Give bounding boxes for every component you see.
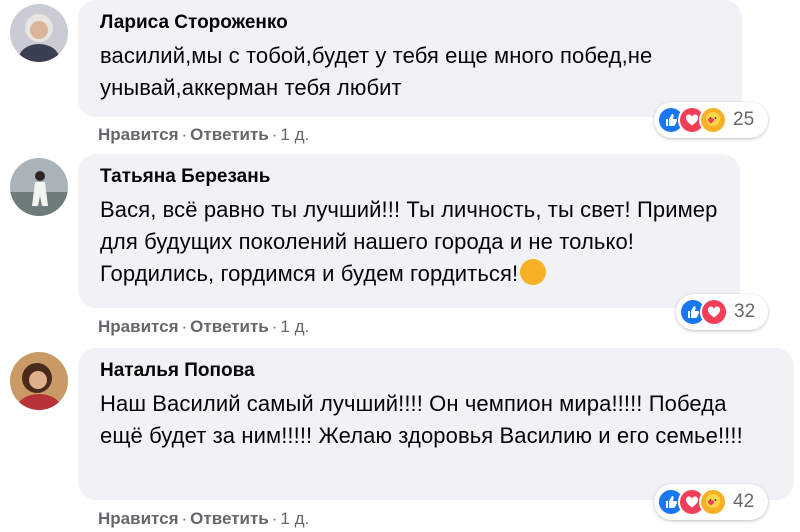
reactions-summary[interactable]: 25 (654, 102, 768, 138)
comment-author[interactable]: Лариса Стороженко (100, 12, 720, 34)
love-icon (700, 298, 728, 326)
avatar[interactable] (10, 4, 68, 62)
reaction-count: 32 (734, 301, 756, 322)
timestamp[interactable]: 1 д. (280, 509, 309, 528)
reply-button[interactable]: Ответить (190, 125, 269, 144)
comment-bubble: Наталья Попова Наш Василий самый лучший!… (78, 348, 794, 500)
like-button[interactable]: Нравится (98, 509, 179, 528)
hugging-emoji-icon (520, 259, 547, 285)
comment-bubble: Татьяна Березань Вася, всё равно ты лучш… (78, 154, 740, 308)
comment-text: василий,мы с тобой,будет у тебя еще мног… (100, 43, 653, 100)
reactions-summary[interactable]: 32 (676, 294, 768, 330)
like-button[interactable]: Нравится (98, 125, 179, 144)
comment-text: Наш Василий самый лучший!!!! Он чемпион … (100, 391, 743, 448)
comment-actions: Нравится · Ответить · 1 д. (98, 317, 310, 336)
comment-actions: Нравится · Ответить · 1 д. (98, 125, 310, 144)
comment-bubble: Лариса Стороженко василий,мы с тобой,буд… (78, 0, 742, 117)
reply-button[interactable]: Ответить (190, 509, 269, 528)
comment-text-wrap: Вася, всё равно ты лучший!!! Ты личность… (100, 194, 718, 290)
care-icon (699, 488, 727, 516)
comment-author[interactable]: Татьяна Березань (100, 166, 718, 188)
timestamp[interactable]: 1 д. (280, 317, 309, 336)
reaction-count: 25 (733, 109, 755, 130)
timestamp[interactable]: 1 д. (280, 125, 309, 144)
avatar[interactable] (10, 352, 68, 410)
comment-actions: Нравится · Ответить · 1 д. (98, 509, 310, 528)
reaction-count: 42 (733, 491, 755, 512)
care-icon (699, 106, 727, 134)
comment-author[interactable]: Наталья Попова (100, 360, 772, 382)
avatar[interactable] (10, 158, 68, 216)
comment-text: Вася, всё равно ты лучший!!! Ты личность… (100, 197, 718, 286)
like-button[interactable]: Нравится (98, 317, 179, 336)
reactions-summary[interactable]: 42 (654, 484, 768, 520)
reply-button[interactable]: Ответить (190, 317, 269, 336)
